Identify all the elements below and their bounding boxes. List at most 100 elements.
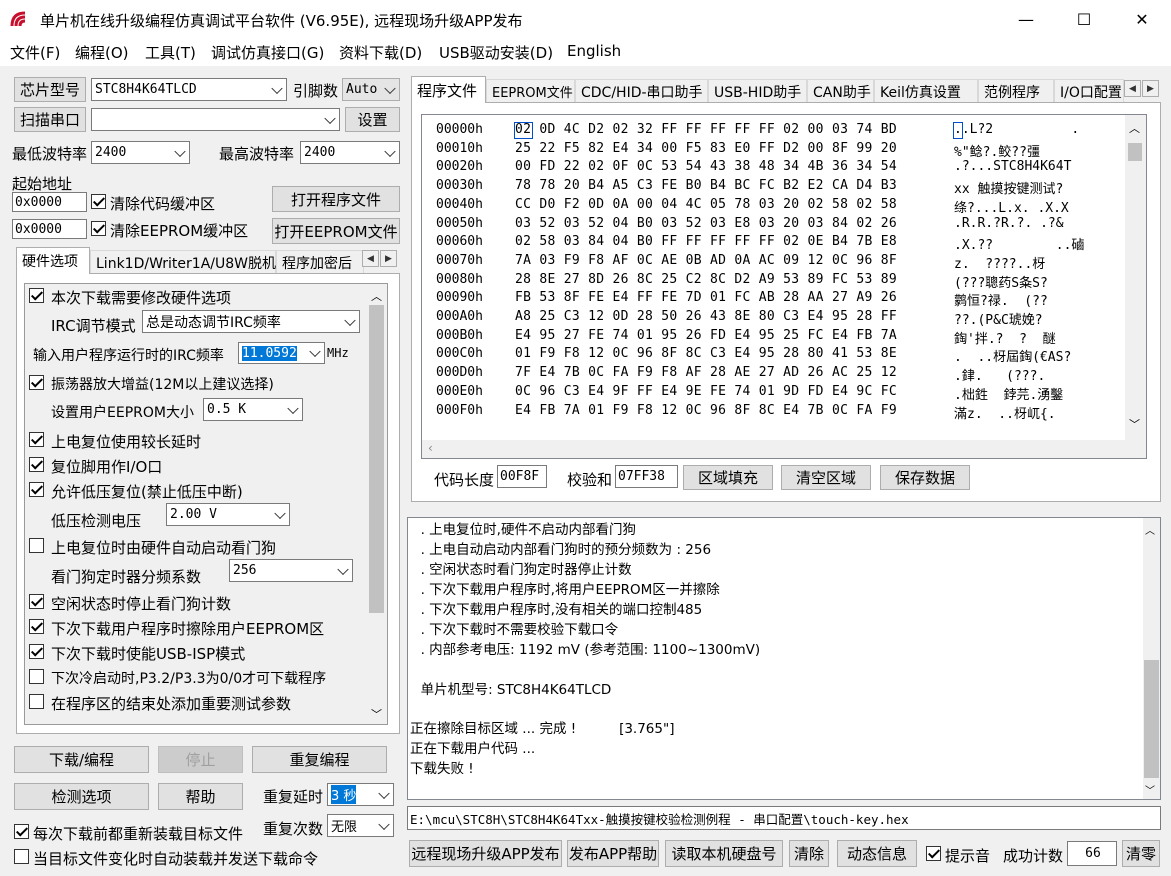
- tab-scroll-left-icon[interactable]: ◀: [362, 250, 379, 267]
- right-tab-scroll-right-icon[interactable]: ▶: [1142, 80, 1159, 97]
- hex-row-address: 000D0h: [436, 365, 483, 381]
- menu-debug[interactable]: 调试仿真接口(G): [211, 42, 324, 63]
- menu-tools[interactable]: 工具(T): [145, 42, 196, 63]
- chevron-down-icon: [384, 82, 396, 94]
- repeat-delay-select[interactable]: 3 秒: [327, 783, 394, 806]
- hex-row-ascii: 鹲恒?禄. (??: [954, 294, 1048, 310]
- tab-scroll-right-icon[interactable]: ▶: [380, 250, 397, 267]
- hex-scroll-left-icon[interactable]: ‹: [428, 441, 433, 455]
- hex-scroll-up-icon[interactable]: ︿: [1129, 120, 1140, 136]
- stop-button[interactable]: 停止: [158, 746, 243, 773]
- right-tab-scroll-left-icon[interactable]: ◀: [1124, 80, 1141, 97]
- open-eeprom-file-button[interactable]: 打开EEPROM文件: [272, 218, 400, 244]
- idle-stop-wdt-checkbox[interactable]: [29, 594, 44, 609]
- close-button[interactable]: ✕: [1113, 0, 1171, 38]
- irc-freq-select[interactable]: 11.0592: [238, 342, 325, 364]
- tab-io-config[interactable]: I/O口配置: [1054, 79, 1124, 103]
- wdt-prescale-select[interactable]: 256: [229, 559, 353, 582]
- tab-program-file[interactable]: 程序文件: [411, 76, 486, 103]
- help-button[interactable]: 帮助: [158, 783, 243, 810]
- low-voltage-reset-checkbox[interactable]: [29, 482, 44, 497]
- dynamic-info-button[interactable]: 动态信息: [837, 840, 917, 867]
- chip-select[interactable]: STC8H4K64TLCD: [91, 78, 287, 101]
- window-title: 单片机在线升级编程仿真调试平台软件 (V6.95E), 远程现场升级APP发布: [40, 12, 523, 30]
- cold-start-label: 下次冷启动时,P3.2/P3.3为0/0才可下载程序: [51, 671, 327, 687]
- pins-select[interactable]: Auto: [342, 78, 400, 101]
- modify-hw-options-checkbox[interactable]: [29, 288, 44, 303]
- ascii-cursor: [953, 122, 963, 139]
- publish-help-button[interactable]: 发布APP帮助: [567, 840, 659, 867]
- cold-start-checkbox[interactable]: [29, 669, 44, 684]
- hex-row-bytes: 7A 03 F9 F8 AF 0C AE 0B AD 0A AC 09 12 0…: [515, 252, 897, 268]
- hex-row-ascii: (???聰药S夈S?: [954, 275, 1048, 291]
- tab-usb-hid[interactable]: USB-HID助手: [708, 79, 807, 103]
- read-disk-id-button[interactable]: 读取本机硬盘号: [665, 840, 783, 867]
- options-scroll-thumb[interactable]: [369, 305, 384, 613]
- hex-vscroll[interactable]: [1125, 115, 1146, 442]
- remote-upgrade-button[interactable]: 远程现场升级APP发布: [409, 840, 562, 867]
- code-addr-input[interactable]: 0x0000: [12, 192, 87, 212]
- scan-port-button[interactable]: 扫描串口: [14, 107, 86, 132]
- tab-cdc-hid[interactable]: CDC/HID-串口助手: [575, 79, 708, 103]
- settings-button[interactable]: 设置: [345, 107, 400, 132]
- repeat-delay-value: 3 秒: [331, 785, 357, 804]
- menu-usb-driver[interactable]: USB驱动安装(D): [439, 42, 553, 63]
- beep-checkbox[interactable]: [926, 846, 941, 861]
- hex-scroll-down-icon[interactable]: ﹀: [1129, 416, 1140, 432]
- tab-hardware-options[interactable]: 硬件选项: [16, 247, 90, 274]
- log-output[interactable]: . 上电复位时,硬件不启动内部看门狗 . 上电自动启动内部看门狗时的预分频数为 …: [407, 517, 1161, 800]
- log-scroll-up-icon[interactable]: ︿: [1145, 522, 1155, 537]
- eeprom-addr-input[interactable]: 0x0000: [12, 219, 87, 239]
- tab-can[interactable]: CAN助手: [807, 79, 874, 103]
- test-params-checkbox[interactable]: [29, 694, 44, 709]
- hex-vscroll-thumb[interactable]: [1128, 143, 1142, 161]
- auto-watchdog-checkbox[interactable]: [29, 538, 44, 553]
- irc-mode-select[interactable]: 总是动态调节IRC频率: [142, 310, 360, 333]
- chevron-down-icon: [337, 563, 349, 575]
- log-scroll-down-icon[interactable]: ﹀: [1145, 782, 1155, 797]
- hex-row-bytes: E4 FB 7A 01 F9 F8 12 0C 96 8F 8C E4 7B 0…: [515, 402, 897, 418]
- menu-program[interactable]: 编程(O): [75, 42, 129, 63]
- chip-type-button[interactable]: 芯片型号: [14, 77, 86, 102]
- open-program-file-button[interactable]: 打开程序文件: [272, 186, 400, 212]
- long-reset-delay-checkbox[interactable]: [29, 432, 44, 447]
- repeat-program-button[interactable]: 重复编程: [252, 746, 387, 773]
- erase-eeprom-checkbox[interactable]: [29, 619, 44, 634]
- min-baud-select[interactable]: 2400: [91, 141, 190, 164]
- scroll-down-icon[interactable]: ﹀: [371, 706, 382, 722]
- tab-link1d[interactable]: Link1D/Writer1A/U8W脱机: [90, 250, 276, 274]
- log-vscroll-thumb[interactable]: [1144, 660, 1159, 778]
- clear-eeprom-checkbox[interactable]: [91, 221, 106, 236]
- clear-area-button[interactable]: 清空区域: [781, 465, 871, 490]
- clear-log-button[interactable]: 清除: [789, 840, 829, 867]
- maximize-button[interactable]: ☐: [1055, 0, 1113, 38]
- port-select[interactable]: [91, 108, 340, 131]
- hex-view[interactable]: 00000h 02 0D 4C D2 02 32 FF FF FF FF FF 0…: [421, 114, 1147, 459]
- reset-count-button[interactable]: 清零: [1122, 840, 1160, 867]
- menu-file[interactable]: 文件(F): [10, 42, 60, 63]
- repeat-count-select[interactable]: 无限: [327, 814, 394, 837]
- menu-english[interactable]: English: [567, 42, 621, 60]
- tab-eeprom-file[interactable]: EEPROM文件: [486, 79, 575, 103]
- tab-keil[interactable]: Keil仿真设置: [874, 79, 978, 103]
- tab-examples[interactable]: 范例程序: [978, 79, 1054, 103]
- reload-file-checkbox[interactable]: [14, 824, 29, 839]
- tab-encrypt[interactable]: 程序加密后: [276, 250, 364, 274]
- hex-hscroll[interactable]: [422, 440, 1146, 458]
- scroll-up-icon[interactable]: ︿: [371, 288, 382, 304]
- code-length-field: 00F8F: [497, 465, 547, 488]
- auto-send-checkbox[interactable]: [14, 849, 29, 864]
- usb-isp-checkbox[interactable]: [29, 644, 44, 659]
- eeprom-size-select[interactable]: 0.5 K: [203, 398, 303, 421]
- detect-options-button[interactable]: 检测选项: [14, 783, 149, 810]
- osc-gain-checkbox[interactable]: [29, 375, 44, 390]
- download-button[interactable]: 下载/编程: [14, 746, 149, 773]
- minimize-button[interactable]: —: [997, 0, 1055, 38]
- fill-area-button[interactable]: 区域填充: [683, 465, 773, 490]
- save-data-button[interactable]: 保存数据: [880, 465, 970, 490]
- max-baud-select[interactable]: 2400: [300, 141, 400, 164]
- reset-pin-io-checkbox[interactable]: [29, 457, 44, 472]
- lvd-select[interactable]: 2.00 V: [166, 503, 290, 526]
- menu-docs[interactable]: 资料下载(D): [339, 42, 422, 63]
- clear-code-checkbox[interactable]: [91, 194, 106, 209]
